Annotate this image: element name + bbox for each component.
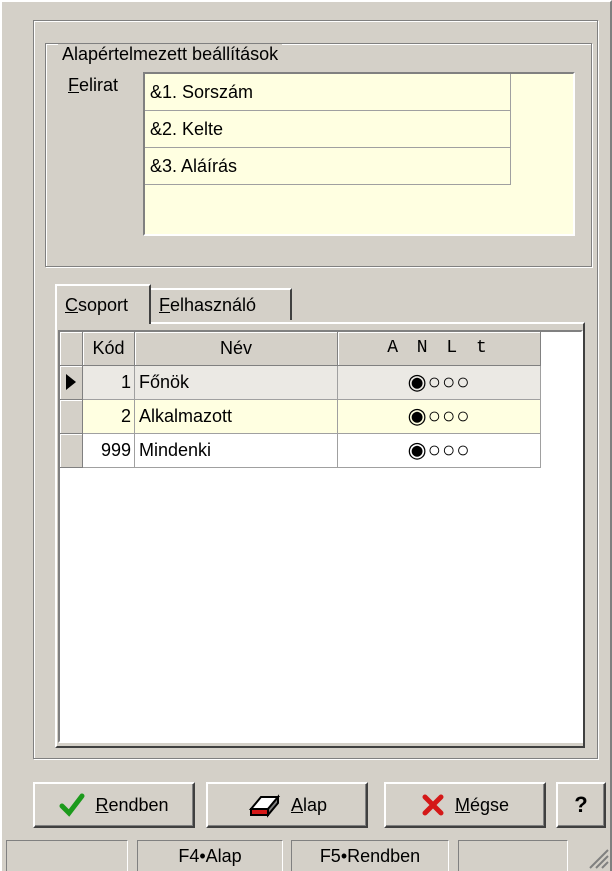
tab-user[interactable]: Felhasználó [151, 288, 292, 320]
x-icon [422, 794, 444, 816]
defaults-group-title: Alapértelmezett beállítások [58, 44, 283, 64]
cancel-button-label: Mégse [454, 794, 510, 815]
cancel-button[interactable]: Mégse [384, 782, 546, 828]
row-indicator-header [60, 332, 83, 366]
caption-row[interactable]: &3. Aláírás [145, 148, 511, 185]
row-indicator[interactable] [60, 434, 83, 468]
column-header-code[interactable]: Kód [83, 332, 135, 366]
cell-rights-radios[interactable]: ◉○○○ [338, 400, 541, 434]
caption-row[interactable]: &2. Kelte [145, 111, 511, 148]
cell-rights-radios[interactable]: ◉○○○ [338, 366, 541, 400]
ok-button[interactable]: Rendben [33, 782, 195, 828]
status-pane-f4[interactable]: F4•Alap [137, 840, 283, 871]
cell-code[interactable]: 999 [83, 434, 135, 468]
cell-rights-radios[interactable]: ◉○○○ [338, 434, 541, 468]
cell-code[interactable]: 2 [83, 400, 135, 434]
caption-label: Felirat [68, 75, 119, 95]
cell-name[interactable]: Főnök [135, 366, 338, 400]
help-button[interactable]: ? [556, 782, 606, 828]
eraser-icon [248, 794, 281, 818]
status-pane-f5[interactable]: F5•Rendben [291, 840, 449, 871]
column-header-name[interactable]: Név [135, 332, 338, 366]
resize-grip-icon[interactable] [586, 846, 610, 870]
cell-code[interactable]: 1 [83, 366, 135, 400]
rights-grid[interactable]: Kód Név A N L t 1 Főnök ◉○○○ 2 Alkalmazo… [58, 330, 583, 743]
default-button[interactable]: Alap [206, 782, 368, 828]
status-pane-empty [6, 840, 128, 871]
row-indicator[interactable] [60, 400, 83, 434]
current-row-arrow-icon [66, 374, 76, 390]
ok-button-label: Rendben [95, 794, 169, 815]
caption-row[interactable]: &1. Sorszám [145, 74, 511, 111]
check-icon [59, 793, 85, 817]
cell-name[interactable]: Mindenki [135, 434, 338, 468]
tab-group[interactable]: Csoport [55, 284, 151, 324]
default-button-label: Alap [290, 794, 328, 815]
status-pane-extra [458, 840, 568, 871]
row-indicator[interactable] [60, 366, 83, 400]
cell-name[interactable]: Alkalmazott [135, 400, 338, 434]
column-header-rights[interactable]: A N L t [338, 332, 541, 366]
caption-list[interactable]: &1. Sorszám &2. Kelte &3. Aláírás [143, 72, 575, 236]
